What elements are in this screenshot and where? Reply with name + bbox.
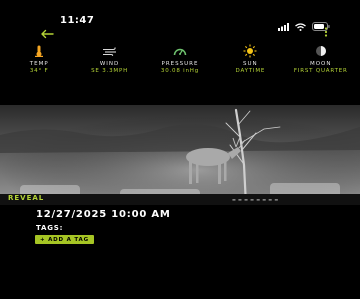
sun-icon [243, 44, 257, 58]
wind-icon [102, 44, 118, 58]
stat-sun-label: SUN [243, 61, 258, 67]
tags-label: TAGS: [36, 224, 64, 232]
stat-moon-value: FIRST QUARTER [293, 68, 348, 74]
status-bar: 11:47 [0, 0, 360, 31]
add-tag-button[interactable]: + ADD A TAG [35, 235, 94, 244]
app-bar [0, 26, 360, 44]
stat-temp: TEMP 34° F [7, 44, 71, 94]
stat-pressure-label: PRESSURE [161, 61, 199, 67]
more-options-icon[interactable] [320, 27, 332, 43]
stat-sun: SUN DAYTIME [218, 44, 282, 94]
brand-logo: REVEAL [8, 194, 45, 202]
stat-pressure-value: 30.08 inHg [160, 68, 200, 74]
stat-wind: WIND SE 3.3MPH [78, 44, 142, 94]
stat-moon-label: MOON [309, 61, 332, 67]
status-time: 11:47 [60, 15, 95, 26]
stat-moon: MOON FIRST QUARTER [289, 44, 353, 94]
photo-metadata-text: ▬ ▬ ▬ ▬ ▬ ▬ ▬ ▬ [232, 197, 279, 202]
stat-wind-value: SE 3.3MPH [91, 68, 128, 74]
stat-temp-value: 34° F [29, 68, 49, 74]
thermometer-icon [34, 44, 44, 58]
conditions-stats: TEMP 34° F WIND SE 3.3MPH PRESSURE 30.08… [0, 44, 360, 94]
gauge-icon [173, 44, 187, 58]
back-arrow-icon[interactable] [36, 26, 58, 42]
stat-temp-label: TEMP [29, 61, 49, 67]
trail-camera-photo[interactable] [0, 105, 360, 205]
photo-datetime: 12/27/2025 10:00 AM [36, 209, 171, 220]
photo-info-bar: REVEAL ▬ ▬ ▬ ▬ ▬ ▬ ▬ ▬ [0, 194, 360, 205]
stat-sun-value: DAYTIME [235, 68, 266, 74]
moon-phase-icon [315, 44, 327, 58]
stat-pressure: PRESSURE 30.08 inHg [148, 44, 212, 94]
stat-wind-label: WIND [99, 61, 120, 67]
